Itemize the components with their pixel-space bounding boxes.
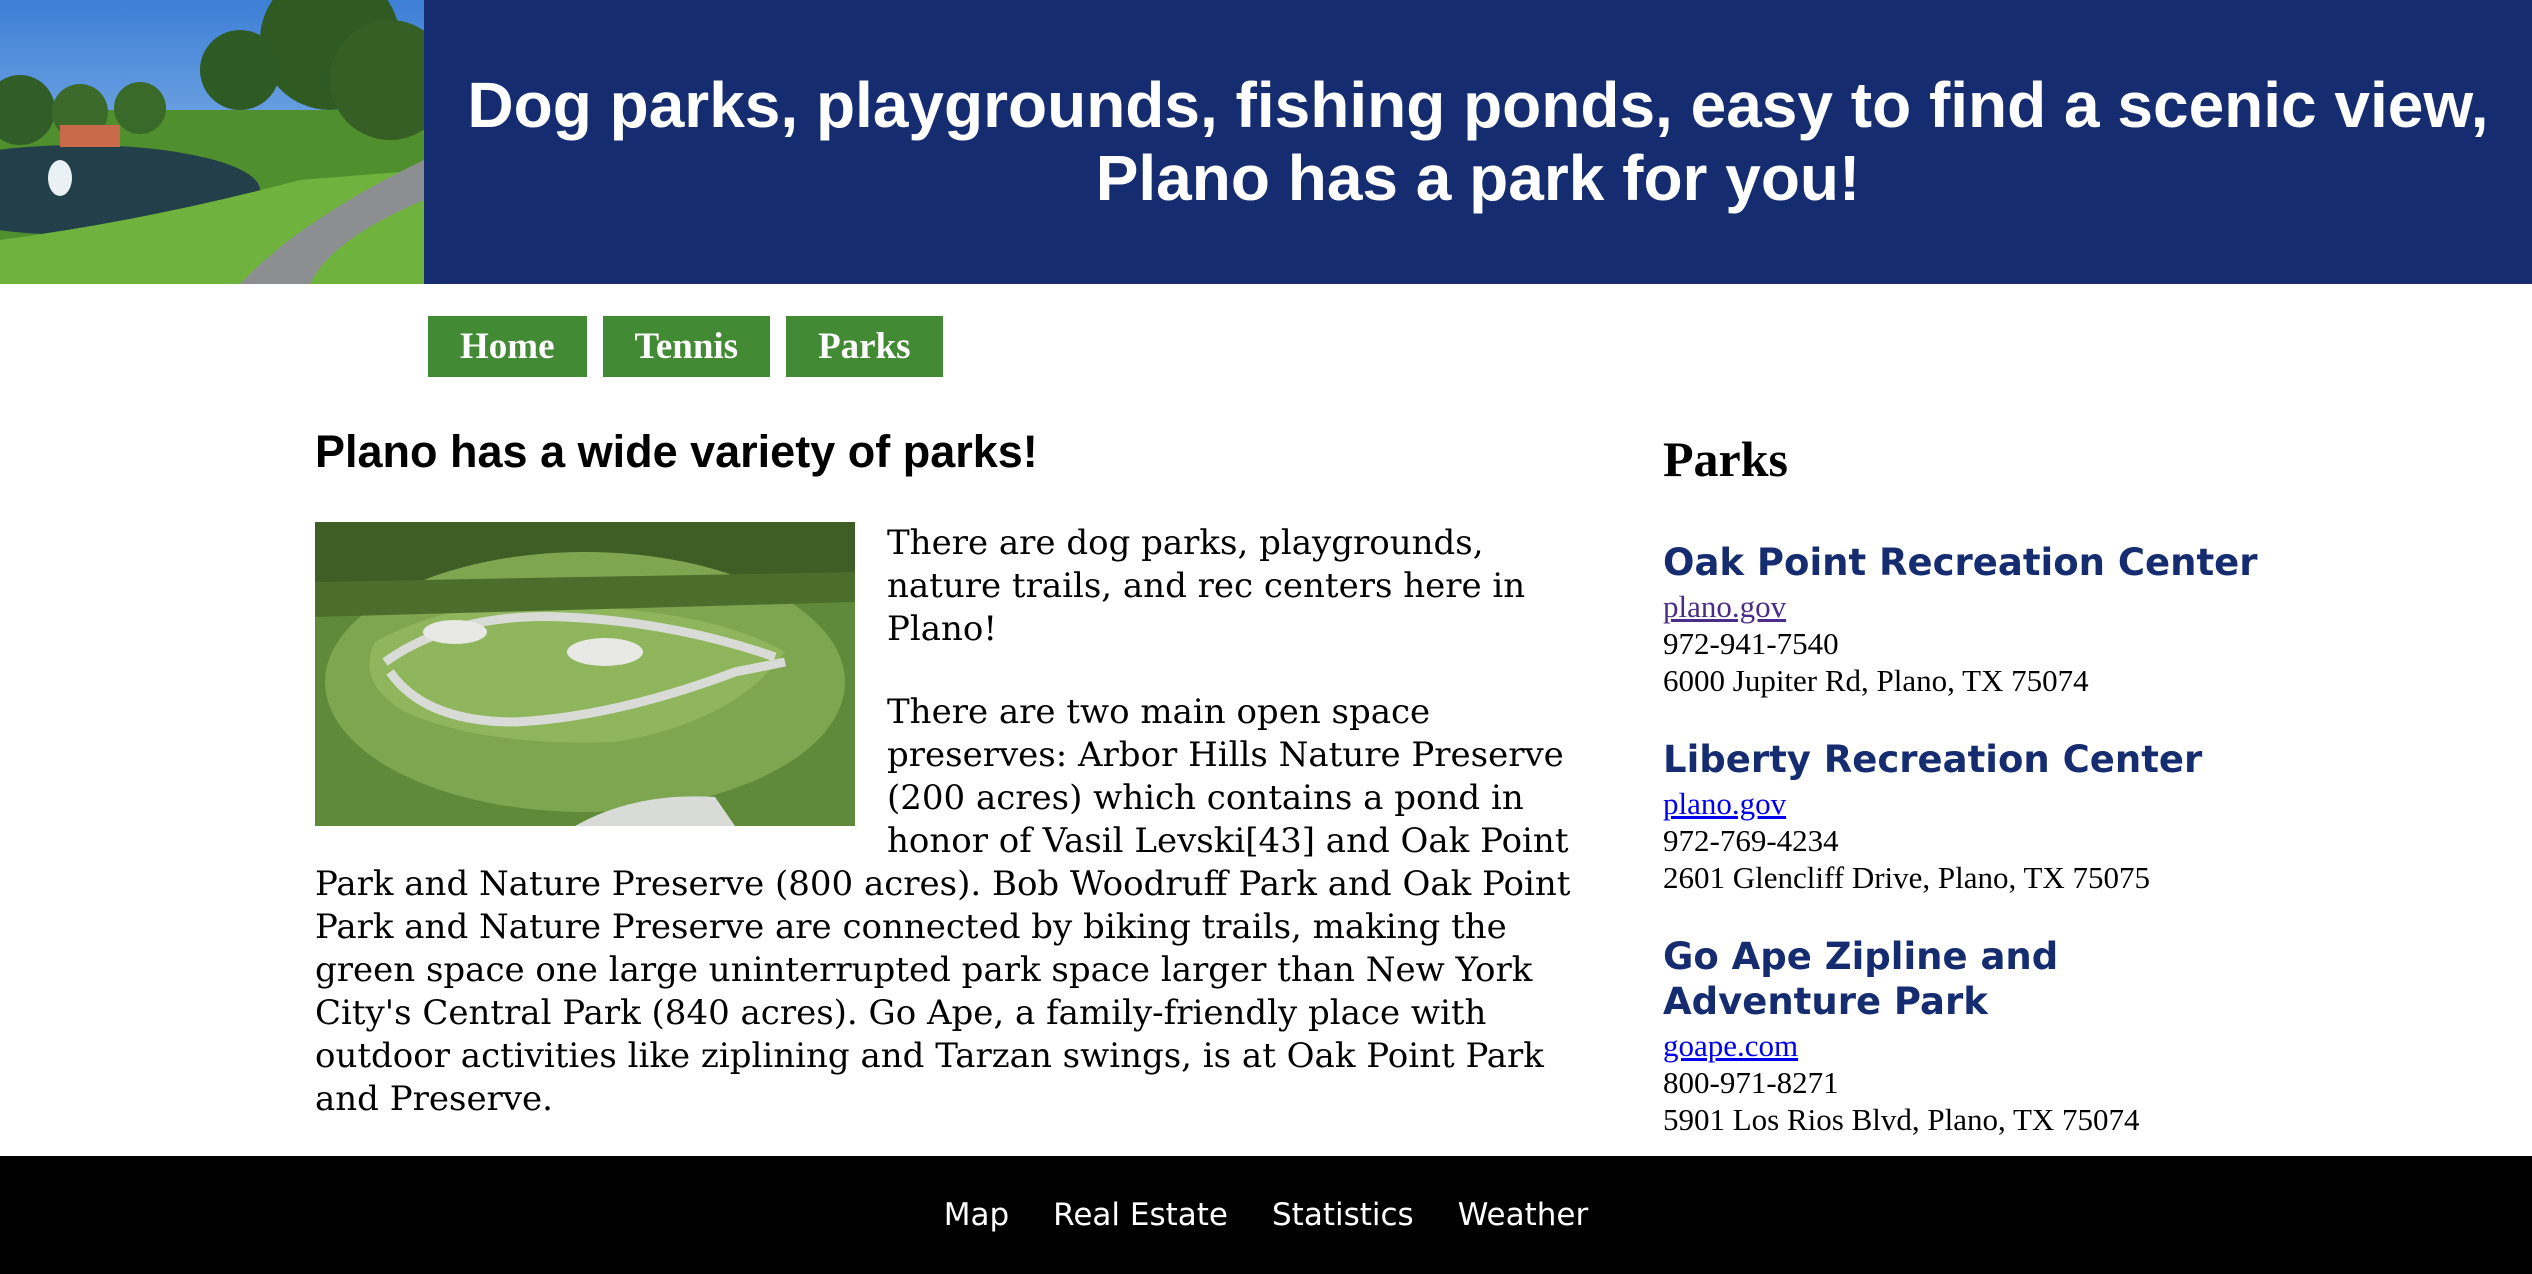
nav-parks-button[interactable]: Parks xyxy=(786,316,943,377)
park-phone: 800-971-8271 xyxy=(1663,1065,1839,1100)
page-header: Dog parks, playgrounds, fishing ponds, e… xyxy=(0,0,2532,284)
page-title-line2: Plano has a park for you! xyxy=(1095,142,1861,214)
footer-link-weather[interactable]: Weather xyxy=(1458,1197,1589,1233)
main-heading: Plano has a wide variety of parks! xyxy=(315,426,1038,477)
page-title: Dog parks, playgrounds, fishing ponds, e… xyxy=(424,0,2532,284)
dog-park-aerial-photo xyxy=(315,522,855,826)
park-name-line1: Go Ape Zipline and xyxy=(1663,935,2059,978)
park-entry: Liberty Recreation Center plano.gov 972-… xyxy=(1663,737,2303,896)
park-address: 2601 Glencliff Drive, Plano, TX 75075 xyxy=(1663,860,2151,895)
park-name: Liberty Recreation Center xyxy=(1663,738,2203,781)
page-footer: Map Real Estate Statistics Weather xyxy=(0,1156,2532,1274)
main-content: Plano has a wide variety of parks! There… xyxy=(315,420,1595,1161)
park-phone: 972-769-4234 xyxy=(1663,823,1839,858)
park-name-line2: Adventure Park xyxy=(1663,980,1988,1023)
park-entry: Go Ape Zipline and Adventure Park goape.… xyxy=(1663,934,2303,1138)
park-name: Oak Point Recreation Center xyxy=(1663,541,2258,584)
nav-tennis-button[interactable]: Tennis xyxy=(602,316,771,377)
main-nav: Home Tennis Parks xyxy=(428,316,943,377)
nav-home-button[interactable]: Home xyxy=(428,316,587,377)
footer-link-real-estate[interactable]: Real Estate xyxy=(1053,1197,1228,1233)
footer-link-map[interactable]: Map xyxy=(944,1197,1009,1233)
parks-sidebar: Parks Oak Point Recreation Center plano.… xyxy=(1663,426,2303,1176)
page-title-line1: Dog parks, playgrounds, fishing ponds, e… xyxy=(467,69,2489,141)
park-website-link[interactable]: plano.gov xyxy=(1663,589,2303,625)
park-website-link[interactable]: goape.com xyxy=(1663,1028,2303,1064)
park-address: 5901 Los Rios Blvd, Plano, TX 75074 xyxy=(1663,1102,2140,1137)
park-phone: 972-941-7540 xyxy=(1663,626,1839,661)
header-park-photo xyxy=(0,0,424,284)
park-address: 6000 Jupiter Rd, Plano, TX 75074 xyxy=(1663,663,2089,698)
park-name: Go Ape Zipline and Adventure Park xyxy=(1663,934,2303,1024)
footer-link-statistics[interactable]: Statistics xyxy=(1272,1197,1414,1233)
park-website-link[interactable]: plano.gov xyxy=(1663,786,2303,822)
sidebar-heading: Parks xyxy=(1663,431,1788,487)
park-entry: Oak Point Recreation Center plano.gov 97… xyxy=(1663,540,2303,699)
